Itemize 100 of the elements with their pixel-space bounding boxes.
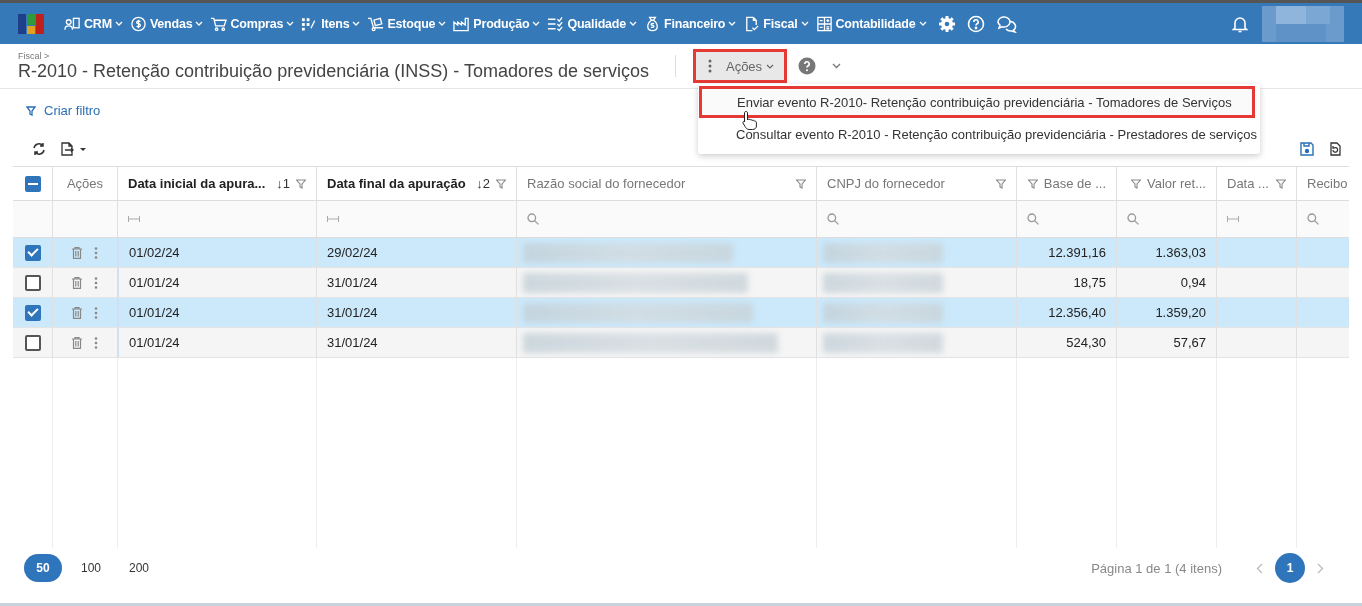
table-row[interactable]: 01/01/24 31/01/24 524,30 57,67 — [13, 328, 1349, 358]
logo[interactable] — [18, 13, 44, 34]
column-header[interactable]: Recibo — [1307, 176, 1348, 191]
nav-menu-item[interactable]: Itens — [301, 15, 361, 32]
range-icon[interactable] — [1227, 216, 1239, 222]
table-row[interactable]: 01/01/24 31/01/24 18,75 0,94 — [13, 268, 1349, 298]
delete-icon[interactable] — [72, 246, 82, 259]
more-options-icon[interactable] — [94, 276, 98, 289]
filter-icon[interactable] — [796, 178, 806, 189]
column-header[interactable]: Data inicial da apura... — [128, 176, 266, 191]
nav-menu-item[interactable]: Fiscal — [743, 15, 809, 32]
settings-icon[interactable] — [937, 14, 956, 33]
previous-page-icon[interactable] — [1256, 562, 1263, 574]
table-row[interactable]: 01/02/24 29/02/24 12.391,16 1.363,03 — [13, 238, 1349, 268]
nav-menu-item[interactable]: Estoque — [367, 15, 447, 32]
page-number-button[interactable]: 1 — [1275, 553, 1305, 583]
search-icon[interactable] — [1127, 213, 1139, 225]
search-icon[interactable] — [1307, 213, 1319, 225]
search-icon[interactable] — [1027, 213, 1039, 225]
nav-menu-item[interactable]: Produção — [453, 15, 541, 32]
breadcrumb-link[interactable]: Fiscal > — [18, 50, 649, 61]
delete-icon[interactable] — [72, 336, 82, 349]
row-checkbox[interactable] — [24, 274, 41, 291]
column-header[interactable]: Data final da apuração — [327, 176, 466, 191]
caret-icon — [114, 21, 123, 26]
table-cell: 01/01/24 — [129, 335, 180, 350]
table-row[interactable]: 01/01/24 31/01/24 12.356,40 1.359,20 — [13, 298, 1349, 328]
table-cell: 31/01/24 — [327, 335, 378, 350]
range-icon[interactable] — [128, 216, 140, 222]
reset-layout-icon[interactable] — [1328, 142, 1342, 156]
select-all-checkbox[interactable] — [24, 175, 41, 192]
hand-truck-icon — [367, 15, 385, 32]
delete-icon[interactable] — [72, 276, 82, 289]
column-header[interactable]: Ações — [66, 176, 104, 191]
table-cell: 1.363,03 — [1155, 245, 1206, 260]
page-info: Página 1 de 1 (4 itens) — [1091, 560, 1222, 576]
table-cell: 01/01/24 — [129, 305, 180, 320]
page-title: R-2010 - Retenção contribuição previdenciária (INSS) - Tomadores de serviços — [18, 60, 649, 82]
caret-icon — [918, 21, 927, 26]
page-size-option[interactable]: 200 — [120, 554, 158, 582]
caret-icon — [195, 21, 204, 26]
create-filter-link[interactable]: Criar filtro — [26, 103, 101, 118]
caret-icon — [800, 21, 809, 26]
column-header[interactable]: Base de ... — [1043, 176, 1106, 191]
filter-icon[interactable] — [1131, 178, 1141, 189]
table-cell: 524,30 — [1066, 335, 1106, 350]
menu-item[interactable]: Enviar evento R-2010- Retenção contribuição previdenciária - Tomadores de Serviços — [699, 86, 1255, 118]
nav-menu-item[interactable]: Qualidade — [547, 15, 638, 32]
cart-icon — [210, 15, 228, 32]
filter-icon[interactable] — [1276, 178, 1286, 189]
caret-icon — [532, 21, 541, 26]
row-checkbox[interactable] — [24, 334, 41, 351]
range-icon[interactable] — [327, 216, 339, 222]
row-checkbox[interactable] — [24, 304, 41, 321]
nav-menu-item[interactable]: Contabilidade — [815, 15, 927, 32]
more-options-icon[interactable] — [94, 246, 98, 259]
calculator-icon — [815, 15, 833, 32]
next-page-icon[interactable] — [1317, 562, 1324, 574]
nav-menu-item[interactable]: CRM — [64, 15, 123, 32]
save-icon[interactable] — [1300, 142, 1314, 156]
help-icon[interactable] — [966, 14, 985, 33]
search-icon[interactable] — [527, 213, 539, 225]
table-cell: 31/01/24 — [327, 275, 378, 290]
notification-bell-icon[interactable] — [1232, 14, 1248, 33]
more-options-icon[interactable] — [94, 306, 98, 319]
filter-icon[interactable] — [996, 178, 1006, 189]
refresh-icon[interactable] — [32, 142, 46, 156]
table-cell: 29/02/24 — [327, 245, 378, 260]
export-icon[interactable] — [60, 142, 86, 156]
filter-icon[interactable] — [296, 178, 306, 189]
caret-icon — [728, 21, 737, 26]
filter-icon[interactable] — [1027, 178, 1038, 189]
delete-icon[interactable] — [72, 306, 82, 319]
help-icon[interactable] — [798, 57, 817, 75]
menu-item[interactable]: Consultar evento R-2010 - Retenção contribuição previdenciária - Prestadores de serviços — [698, 118, 1260, 150]
sort-indicator[interactable]: ↓2 — [476, 176, 490, 191]
chat-icon[interactable] — [995, 14, 1018, 33]
factory-icon — [453, 15, 471, 32]
nav-menu-item[interactable]: Financeiro — [644, 15, 737, 32]
nav-menu-item[interactable]: Compras — [210, 15, 295, 32]
table-cell: 01/01/24 — [129, 275, 180, 290]
hand-cursor-icon — [742, 110, 758, 130]
page-size-option[interactable]: 50 — [24, 554, 62, 582]
column-header[interactable]: Valor ret... — [1147, 176, 1206, 191]
checklist-icon — [547, 15, 565, 32]
nav-menu-item[interactable]: Vendas — [129, 15, 204, 32]
filter-icon[interactable] — [496, 178, 506, 189]
table-cell: 12.356,40 — [1048, 305, 1106, 320]
sort-indicator[interactable]: ↓1 — [276, 176, 290, 191]
page-size-option[interactable]: 100 — [72, 554, 110, 582]
user-avatar[interactable] — [1262, 5, 1344, 42]
table-cell: 1.359,20 — [1155, 305, 1206, 320]
chevron-down-icon[interactable] — [832, 63, 842, 69]
column-header[interactable]: Razão social do fornecedor — [527, 176, 686, 191]
column-header[interactable]: Data ... — [1227, 176, 1269, 191]
more-options-icon[interactable] — [94, 336, 98, 349]
column-header[interactable]: CNPJ do fornecedor — [827, 176, 945, 191]
row-checkbox[interactable] — [24, 244, 41, 261]
actions-button[interactable]: Ações — [695, 52, 785, 80]
search-icon[interactable] — [827, 213, 839, 225]
